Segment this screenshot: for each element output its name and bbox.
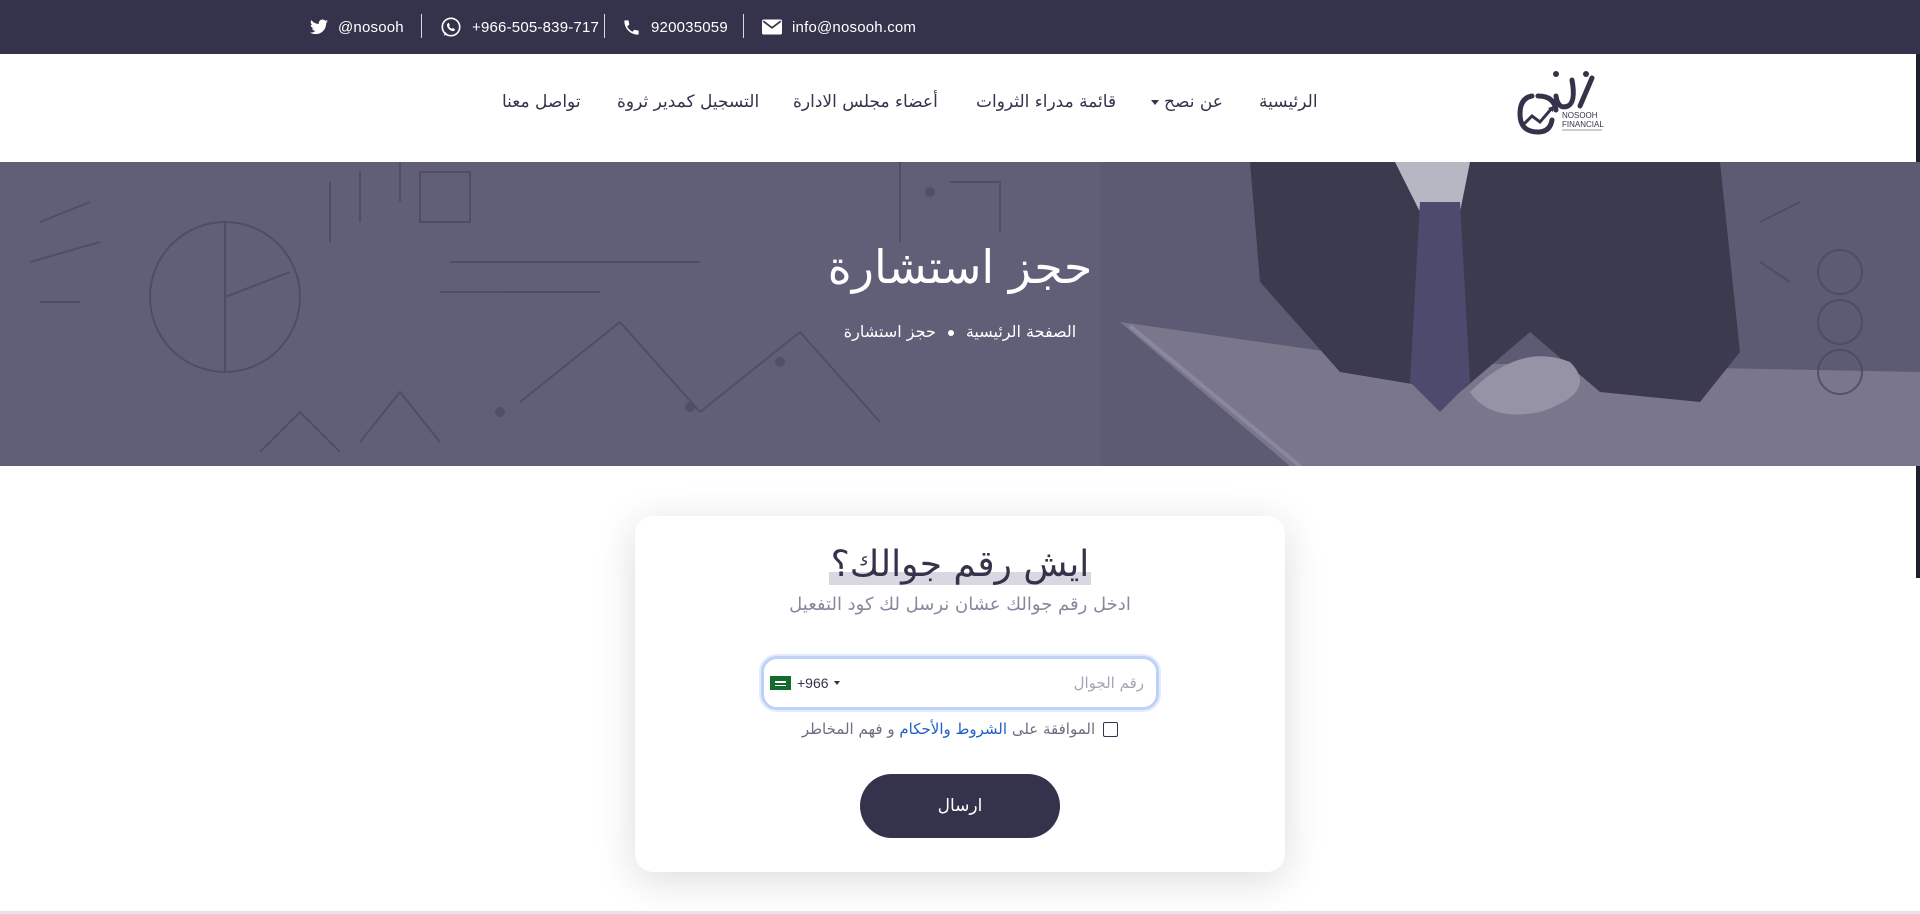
mail-icon <box>762 19 782 35</box>
whatsapp-number: +966-505-839-717 <box>472 18 600 36</box>
hero-background-image <box>0 162 1920 466</box>
site-logo[interactable]: NOSOOH FINANCIAL <box>1510 66 1610 146</box>
email-link[interactable]: info@nosooh.com <box>762 0 916 54</box>
divider <box>743 14 744 38</box>
phone-verification-card: ايش رقم جوالك؟ ادخل رقم جوالك عشان نرسل … <box>635 516 1285 872</box>
page-title: حجز استشارة <box>827 240 1093 294</box>
form-title: ايش رقم جوالك؟ <box>635 544 1285 585</box>
chevron-down-icon <box>1151 99 1159 105</box>
email-address: info@nosooh.com <box>792 18 917 36</box>
form-title-text: ايش رقم جوالك؟ <box>828 544 1092 585</box>
page-hero-banner: حجز استشارة الصفحة الرئيسية حجز استشارة <box>0 162 1920 466</box>
twitter-icon <box>310 19 328 35</box>
nav-contact[interactable]: تواصل معنا <box>502 92 581 112</box>
nav-register-manager[interactable]: التسجيل كمدير ثروة <box>617 92 759 112</box>
whatsapp-link[interactable]: +966-505-839-717 <box>440 0 599 54</box>
nav-about-label: عن نصح <box>1164 92 1223 112</box>
nav-wealth-managers[interactable]: قائمة مدراء الثروات <box>976 92 1116 112</box>
consent-suffix: و فهم المخاطر <box>801 720 895 738</box>
site-header: الرئيسية عن نصح قائمة مدراء الثروات أعضا… <box>0 54 1920 162</box>
twitter-link[interactable]: @nosooh <box>310 0 404 54</box>
phone-field: +966 <box>761 656 1159 710</box>
top-contact-bar: @nosooh +966-505-839-717 920035059 info@… <box>0 0 1920 54</box>
divider <box>604 14 605 38</box>
submit-button[interactable]: ارسال <box>860 774 1060 838</box>
terms-link[interactable]: الشروط والأحكام <box>899 720 1007 738</box>
breadcrumb-separator <box>947 329 954 336</box>
breadcrumb: الصفحة الرئيسية حجز استشارة <box>0 322 1920 341</box>
nav-home[interactable]: الرئيسية <box>1259 92 1318 112</box>
nav-board-members[interactable]: أعضاء مجلس الادارة <box>793 92 938 112</box>
phone-input[interactable] <box>854 659 1144 707</box>
phone-icon <box>624 19 639 35</box>
chevron-down-icon <box>833 681 840 685</box>
nosooh-logo-icon: NOSOOH FINANCIAL <box>1517 71 1604 135</box>
twitter-handle: @nosooh <box>338 18 404 36</box>
logo-text-line1: NOSOOH <box>1562 111 1598 120</box>
whatsapp-icon <box>441 17 461 37</box>
breadcrumb-current: حجز استشارة <box>843 322 936 341</box>
country-code-select[interactable]: +966 <box>770 659 840 707</box>
form-subtitle: ادخل رقم جوالك عشان نرسل لك كود التفعيل <box>789 594 1131 615</box>
country-code: +966 <box>797 675 829 691</box>
logo-text-line2: FINANCIAL <box>1562 120 1604 129</box>
phone-number: 920035059 <box>651 18 728 36</box>
nav-about[interactable]: عن نصح <box>1151 92 1223 112</box>
phone-link[interactable]: 920035059 <box>622 0 728 54</box>
terms-checkbox[interactable] <box>1103 722 1119 737</box>
terms-consent: الموافقة على الشروط والأحكام و فهم المخا… <box>635 720 1285 738</box>
breadcrumb-home[interactable]: الصفحة الرئيسية <box>966 322 1076 341</box>
consent-prefix: الموافقة على <box>1011 720 1096 738</box>
saudi-flag-icon <box>770 676 791 690</box>
divider <box>421 14 422 38</box>
